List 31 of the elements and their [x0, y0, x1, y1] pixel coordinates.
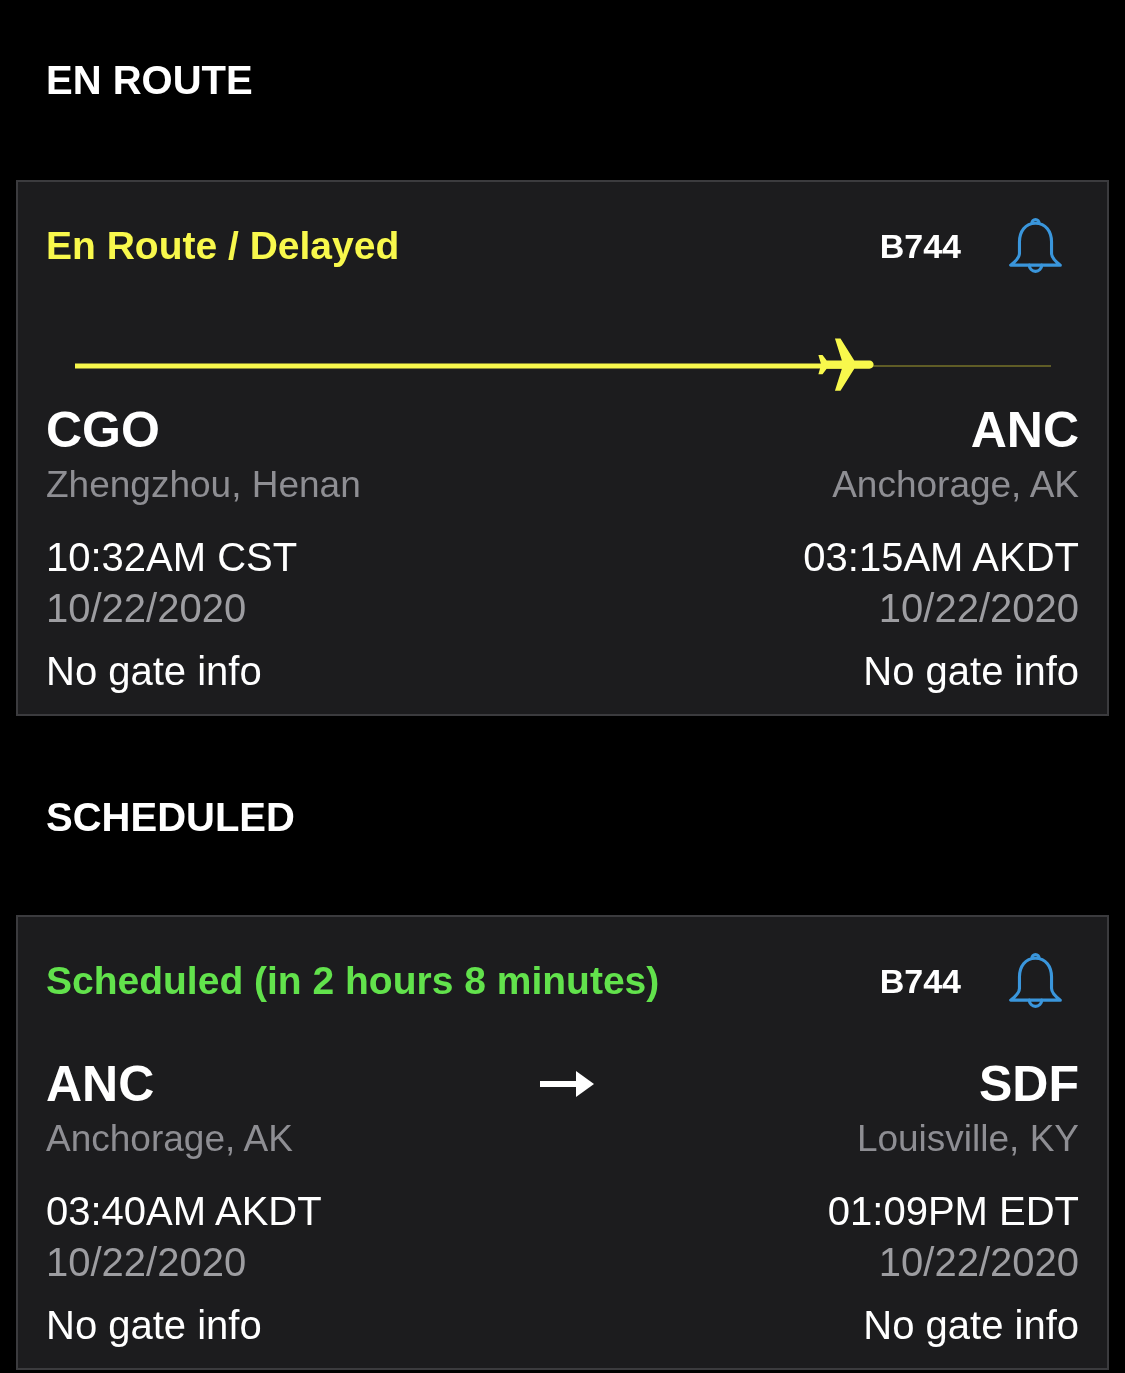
departure-date: 10/22/2020	[46, 585, 247, 632]
aircraft-type: B744	[879, 226, 961, 267]
origin-gate: No gate info	[46, 648, 262, 695]
bell-icon[interactable]	[1008, 951, 1063, 1011]
arrow-right-icon	[539, 1071, 594, 1097]
flight-status: Scheduled (in 2 hours 8 minutes)	[46, 958, 661, 1004]
section-title: EN ROUTE	[45, 57, 254, 104]
destination-city: Louisville, KY	[856, 1117, 1079, 1161]
origin-code: ANC	[46, 1057, 155, 1111]
section-title: SCHEDULED	[45, 794, 296, 841]
arrival-time: 03:15AM AKDT	[803, 534, 1079, 581]
departure-time: 10:32AM CST	[46, 534, 298, 581]
departure-date: 10/22/2020	[46, 1239, 247, 1286]
destination-code: ANC	[970, 403, 1079, 457]
origin-city: Zhengzhou, Henan	[46, 463, 361, 507]
origin-code: CGO	[46, 403, 160, 457]
flight-status: En Route / Delayed	[46, 223, 401, 269]
destination-gate: No gate info	[863, 648, 1079, 695]
destination-gate: No gate info	[863, 1302, 1079, 1349]
flight-card[interactable]: En Route / Delayed B744 CGO ANC Zhengzhou, Henan Anchorage, AK 10:32AM CST 03:15AM AKDT 10/22/2020 10/22/2020 No gate info No gate info	[16, 180, 1109, 716]
destination-city: Anchorage, AK	[832, 463, 1079, 507]
departure-time: 03:40AM AKDT	[46, 1188, 322, 1235]
origin-city: Anchorage, AK	[46, 1117, 293, 1161]
origin-gate: No gate info	[46, 1302, 262, 1349]
bell-icon[interactable]	[1008, 216, 1063, 276]
aircraft-type: B744	[879, 961, 961, 1002]
arrival-date: 10/22/2020	[878, 1239, 1079, 1286]
destination-code: SDF	[979, 1057, 1079, 1111]
arrival-date: 10/22/2020	[878, 585, 1079, 632]
flight-card[interactable]: Scheduled (in 2 hours 8 minutes) B744 ANC SDF Anchorage, AK Louisville, KY 03:40AM AKDT 01:09PM EDT 10/22/2020 10/22/2020 No gate info No gate info	[16, 915, 1109, 1370]
arrival-time: 01:09PM EDT	[827, 1188, 1079, 1235]
